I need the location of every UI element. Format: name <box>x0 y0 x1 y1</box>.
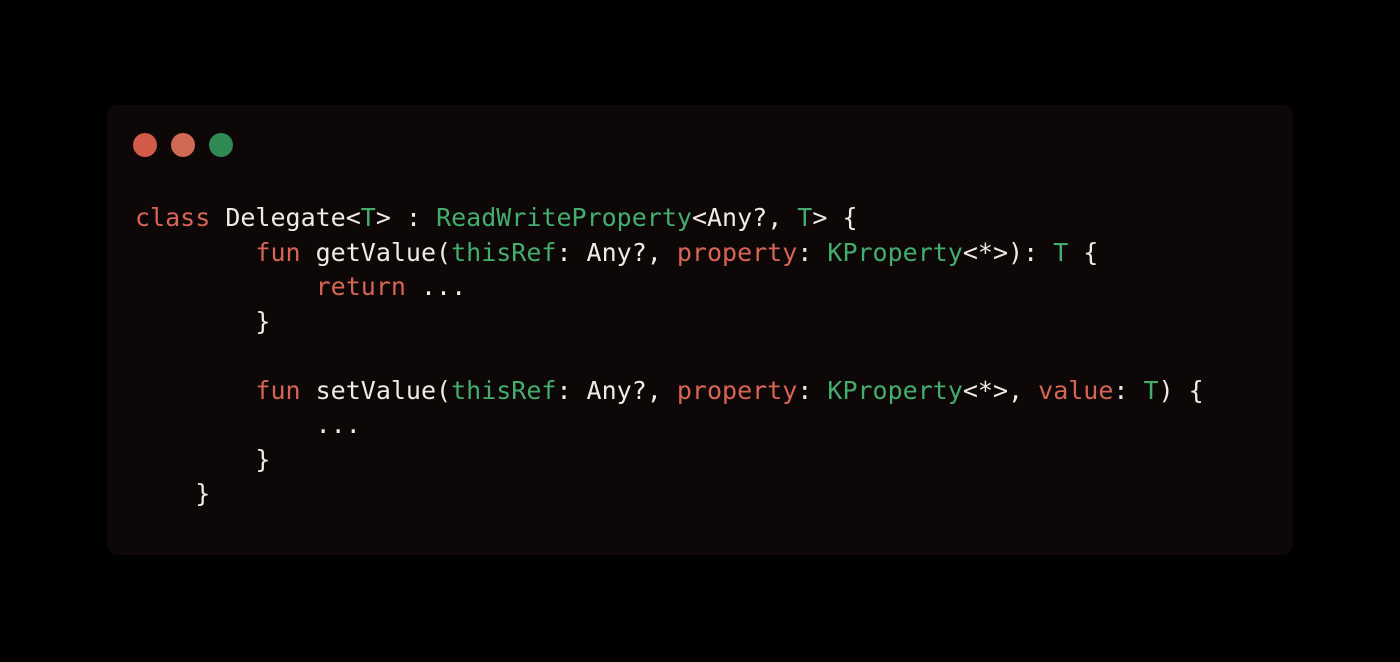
text-token: } <box>135 444 271 474</box>
close-dot-icon[interactable] <box>133 133 157 157</box>
code-line: return ... <box>135 270 1204 305</box>
keyword-token: class <box>135 203 211 232</box>
text-token: } <box>135 306 271 336</box>
keyword-token: property <box>676 375 798 405</box>
text-token: Delegate< <box>210 203 361 232</box>
code-line: ... <box>135 408 1204 443</box>
code-block: class Delegate<T> : ReadWriteProperty<An… <box>135 201 1204 512</box>
code-line: class Delegate<T> : ReadWriteProperty<An… <box>135 201 1204 236</box>
text-token: ) { <box>1158 375 1204 405</box>
maximize-dot-icon[interactable] <box>209 133 233 157</box>
keyword-token: property <box>676 237 798 267</box>
type-token: KProperty <box>827 375 963 405</box>
keyword-token: value <box>1038 375 1114 405</box>
type-token: thisRef <box>451 237 557 267</box>
code-line: fun setValue(thisRef: Any?, property: KP… <box>135 374 1204 409</box>
keyword-token: return <box>315 272 406 301</box>
text-token: : Any?, <box>556 237 677 267</box>
text-token: > { <box>812 203 858 232</box>
keyword-token: fun <box>255 237 301 267</box>
code-window: class Delegate<T> : ReadWriteProperty<An… <box>107 105 1293 555</box>
code-line: } <box>135 443 1204 478</box>
text-token: > : <box>375 203 437 232</box>
text-token: : Any?, <box>556 375 677 405</box>
code-line: } <box>135 477 1204 512</box>
keyword-token: fun <box>255 375 301 405</box>
text-token: <Any?, <box>691 203 798 232</box>
text-token: setValue( <box>300 375 452 405</box>
type-token: T <box>797 203 813 232</box>
text-token: : <box>1113 375 1144 405</box>
code-line: } <box>135 305 1204 340</box>
text-token: <*>, <box>962 375 1039 405</box>
text-token: : <box>797 237 828 267</box>
text-token: } <box>135 479 211 508</box>
text-token: ... <box>135 410 361 439</box>
window-controls <box>133 133 233 157</box>
text-token: <*>): <box>962 237 1054 267</box>
text-token: getValue( <box>300 237 452 267</box>
text-token: ... <box>405 272 467 301</box>
type-token: ReadWriteProperty <box>436 203 692 232</box>
type-token: T <box>360 203 376 232</box>
text-token: : <box>797 375 828 405</box>
type-token: T <box>1143 375 1159 405</box>
type-token: thisRef <box>451 375 557 405</box>
type-token: KProperty <box>827 237 963 267</box>
text-token: { <box>1068 237 1099 267</box>
code-line: fun getValue(thisRef: Any?, property: KP… <box>135 236 1204 271</box>
minimize-dot-icon[interactable] <box>171 133 195 157</box>
type-token: T <box>1053 237 1069 267</box>
